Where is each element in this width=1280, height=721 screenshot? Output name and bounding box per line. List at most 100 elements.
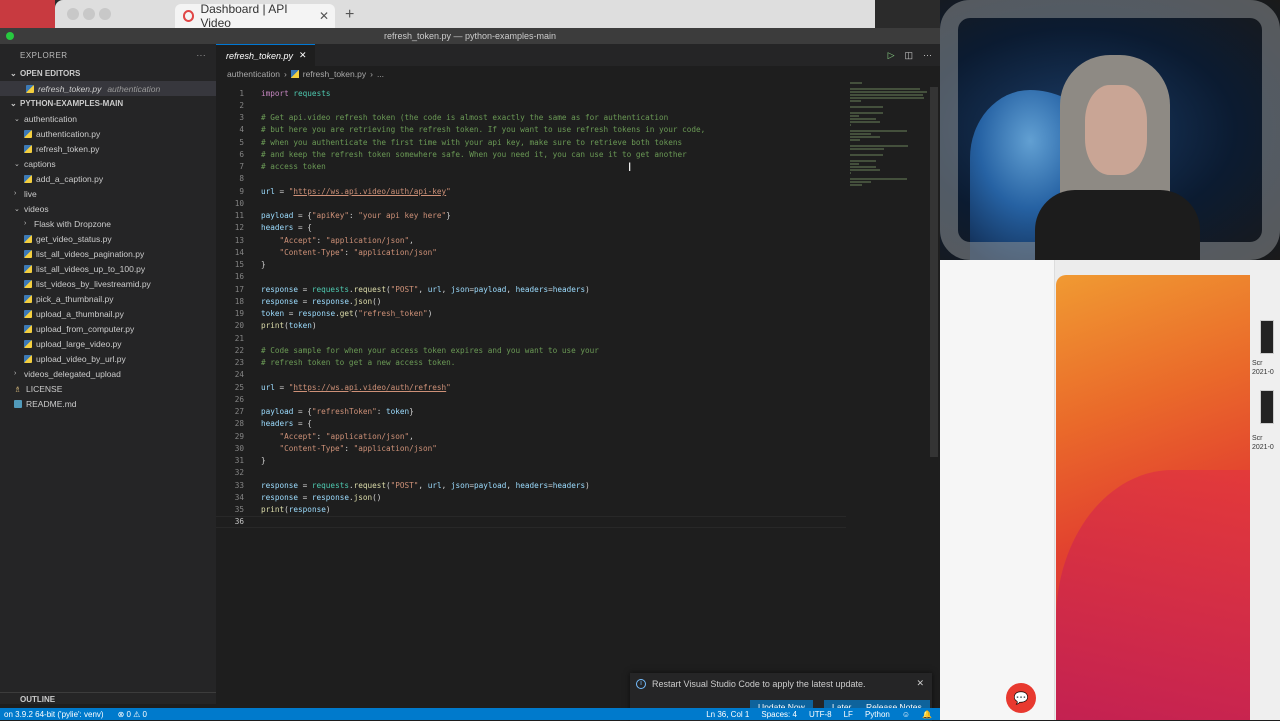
window-zoom-dot[interactable] (99, 8, 111, 20)
code-token: json (353, 492, 373, 502)
bell-icon[interactable]: 🔔 (922, 710, 932, 719)
code-line[interactable]: 18 response = response.json() (216, 295, 846, 307)
tree-file[interactable]: pick_a_thumbnail.py (0, 291, 216, 306)
code-line[interactable]: 21 (216, 332, 846, 344)
tree-folder[interactable]: › Flask with Dropzone (0, 216, 216, 231)
code-line[interactable]: 26 (216, 393, 846, 405)
code-token: token (385, 407, 410, 417)
language-mode[interactable]: Python (865, 710, 890, 719)
code-line[interactable]: 12 headers = { (216, 222, 846, 234)
code-line[interactable]: 25 url = "https://ws.api.video/auth/refre… (216, 381, 846, 393)
tree-file[interactable]: get_video_status.py (0, 231, 216, 246)
code-line[interactable]: 15} (216, 259, 846, 271)
code-line[interactable]: 30 "Content-Type": "application/json" (216, 442, 846, 454)
code-line[interactable]: 19 token = response.get("refresh_token") (216, 308, 846, 320)
more-actions-icon[interactable]: ··· (923, 50, 932, 60)
breadcrumb-item[interactable]: ... (377, 69, 384, 79)
python-interpreter[interactable]: on 3.9.2 64-bit ('pylie': venv) (4, 710, 104, 719)
window-close-dot[interactable] (67, 8, 79, 20)
feedback-icon[interactable]: ☺ (902, 710, 910, 719)
breadcrumb-item[interactable]: refresh_token.py (303, 69, 366, 79)
code-line[interactable]: 8 (216, 173, 846, 185)
code-line[interactable]: 6 # and keep the refresh token somewhere … (216, 148, 846, 160)
code-line[interactable]: 33 response = requests.request("POST", ur… (216, 479, 846, 491)
tree-file[interactable]: ♗ LICENSE (0, 381, 216, 396)
minimap-line (850, 184, 862, 186)
code-line[interactable]: 4 # but here you are retrieving the refre… (216, 124, 846, 136)
tree-folder[interactable]: ⌄ authentication (0, 111, 216, 126)
editor-tab-refresh-token[interactable]: refresh_token.py ✕ (216, 44, 315, 66)
code-token: = (298, 284, 312, 294)
line-ending[interactable]: LF (844, 710, 853, 719)
run-icon[interactable]: ▷ (888, 50, 895, 61)
new-tab-button[interactable]: + (345, 6, 354, 24)
screenshot-file-icon[interactable] (1260, 320, 1274, 354)
split-editor-icon[interactable]: ◫ (904, 50, 913, 61)
code-line[interactable]: 16 (216, 271, 846, 283)
code-line[interactable]: 29 "Accept": "application/json", (216, 430, 846, 442)
tree-file[interactable]: upload_from_computer.py (0, 321, 216, 336)
code-editor[interactable]: 1 import requests 2 3 # Get api.video refres… (216, 87, 846, 528)
code-line[interactable]: 7 # access token (216, 161, 846, 173)
project-section[interactable]: ⌄ PYTHON-EXAMPLES-MAIN (0, 96, 216, 111)
code-token: https://ws.api.video/auth/refresh (293, 382, 447, 392)
close-icon[interactable]: ✕ (319, 9, 329, 23)
tree-file[interactable]: upload_large_video.py (0, 336, 216, 351)
code-line[interactable]: 28 headers = { (216, 418, 846, 430)
open-editor-item[interactable]: ✕ refresh_token.py authentication (0, 81, 216, 96)
code-line[interactable]: 22 # Code sample for when your access tok… (216, 344, 846, 356)
code-line[interactable]: 17 response = requests.request("POST", ur… (216, 283, 846, 295)
indentation[interactable]: Spaces: 4 (761, 710, 797, 719)
code-line[interactable]: 20 print(token) (216, 320, 846, 332)
minimap[interactable] (850, 82, 930, 186)
window-minimize-dot[interactable] (83, 8, 95, 20)
code-line[interactable]: 34 response = response.json() (216, 491, 846, 503)
open-editors-section[interactable]: ⌄ OPEN EDITORS (0, 66, 216, 81)
code-line[interactable]: 36 (216, 515, 846, 528)
code-line[interactable]: 11 payload = {"apiKey": "your api key her… (216, 210, 846, 222)
tree-file[interactable]: refresh_token.py (0, 141, 216, 156)
chat-bubble-icon[interactable]: 💬 (1006, 683, 1036, 713)
code-token: url (261, 382, 275, 392)
code-line[interactable]: 31} (216, 455, 846, 467)
more-actions-icon[interactable]: ··· (197, 51, 207, 60)
tree-file[interactable]: upload_a_thumbnail.py (0, 306, 216, 321)
tree-file[interactable]: list_all_videos_pagination.py (0, 246, 216, 261)
close-icon[interactable]: ✕ (0, 83, 33, 94)
code-line[interactable]: 32 (216, 467, 846, 479)
editor-scrollbar[interactable] (930, 87, 938, 457)
tree-file[interactable]: upload_video_by_url.py (0, 351, 216, 366)
tree-folder[interactable]: ⌄ captions (0, 156, 216, 171)
tree-file[interactable]: list_all_videos_up_to_100.py (0, 261, 216, 276)
breadcrumb-item[interactable]: authentication (227, 69, 280, 79)
code-token: # Get api.video refresh token (the code … (261, 113, 669, 123)
code-line[interactable]: 23 # refresh token to get a new access to… (216, 357, 846, 369)
code-line[interactable]: 27 payload = {"refreshToken": token} (216, 406, 846, 418)
browser-tab[interactable]: Dashboard | API Video ✕ (175, 2, 335, 30)
code-line[interactable]: 1 import requests (216, 87, 846, 99)
code-line[interactable]: 5 # when you authenticate the first time … (216, 136, 846, 148)
close-icon[interactable]: ✕ (916, 678, 924, 689)
tree-folder[interactable]: › live (0, 186, 216, 201)
code-line[interactable]: 2 (216, 99, 846, 111)
cursor-position[interactable]: Ln 36, Col 1 (706, 710, 749, 719)
tree-file[interactable]: list_videos_by_livestreamid.py (0, 276, 216, 291)
tree-folder[interactable]: › videos_delegated_upload (0, 366, 216, 381)
tree-file[interactable]: authentication.py (0, 126, 216, 141)
screenshot-file-icon[interactable] (1260, 390, 1274, 424)
tree-file[interactable]: add_a_caption.py (0, 171, 216, 186)
problems-count[interactable]: ⊗ 0 ⚠ 0 (118, 710, 147, 719)
code-line[interactable]: 10 (216, 197, 846, 209)
code-line[interactable]: 35 print(response) (216, 504, 846, 516)
code-line[interactable]: 3 # Get api.video refresh token (the code… (216, 112, 846, 124)
code-line[interactable]: 9 url = "https://ws.api.video/auth/api-ke… (216, 185, 846, 197)
code-line[interactable]: 24 (216, 369, 846, 381)
code-line[interactable]: 13 "Accept": "application/json", (216, 234, 846, 246)
window-status-dot[interactable] (6, 32, 14, 40)
tree-folder[interactable]: ⌄ videos (0, 201, 216, 216)
code-line[interactable]: 14 "Content-Type": "application/json" (216, 246, 846, 258)
tree-file[interactable]: README.md (0, 396, 216, 411)
outline-section[interactable]: OUTLINE (0, 692, 216, 706)
encoding[interactable]: UTF-8 (809, 710, 832, 719)
close-icon[interactable]: ✕ (299, 50, 307, 61)
